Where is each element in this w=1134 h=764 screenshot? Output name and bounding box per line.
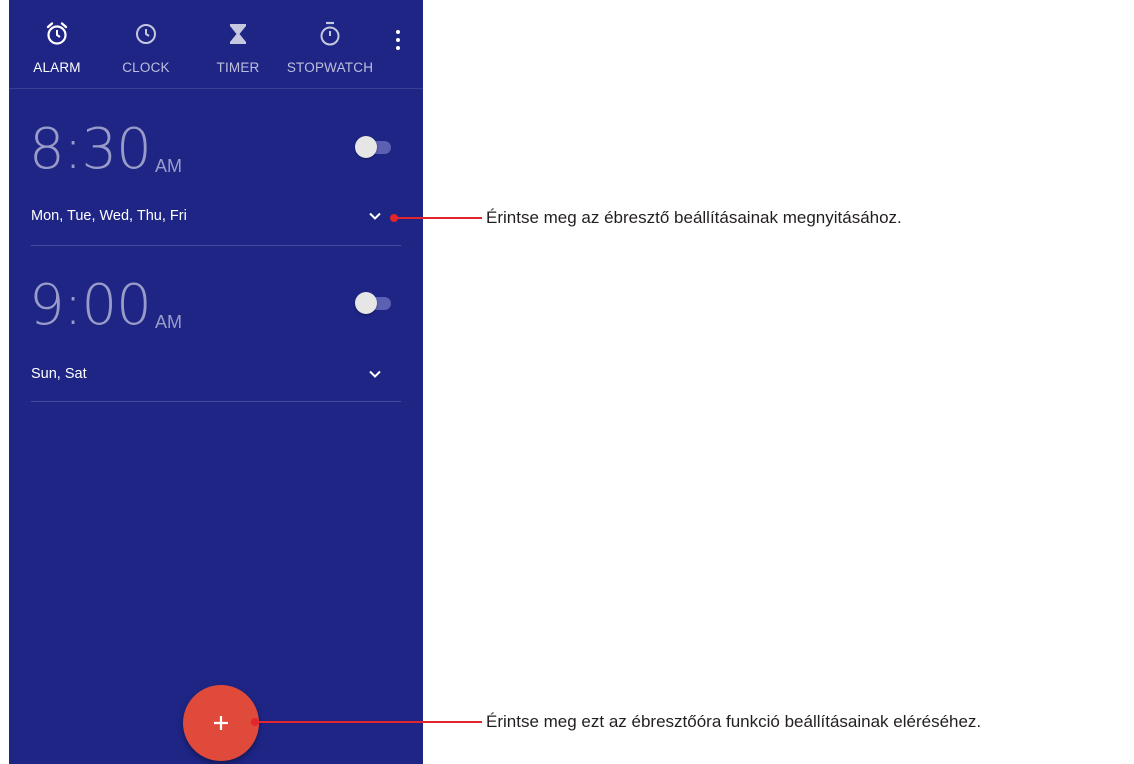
callout-line: [255, 721, 482, 723]
callout-line: [394, 217, 482, 219]
tab-label: STOPWATCH: [286, 60, 374, 75]
clock-icon: [132, 20, 160, 48]
divider: [31, 401, 401, 402]
alarm-time[interactable]: 8:30: [29, 122, 152, 178]
stopwatch-icon: [316, 20, 344, 48]
clock-app-screen: ALARM CLOCK TIMER STOPWATCH 8:30 AM Mon,…: [9, 0, 423, 764]
tab-label: ALARM: [33, 60, 81, 75]
more-options-icon[interactable]: [387, 26, 409, 54]
tab-timer[interactable]: TIMER: [198, 0, 278, 88]
plus-icon: [214, 716, 228, 730]
tab-bar: ALARM CLOCK TIMER STOPWATCH: [9, 0, 423, 89]
alarm-toggle[interactable]: [355, 135, 393, 159]
chevron-down-icon[interactable]: [367, 208, 383, 224]
divider: [31, 245, 401, 246]
alarm-time[interactable]: 9:00: [29, 278, 152, 334]
alarm-clock-icon: [43, 20, 71, 48]
tab-clock[interactable]: CLOCK: [106, 0, 186, 88]
alarm-days: Mon, Tue, Wed, Thu, Fri: [31, 208, 187, 224]
alarm-ampm: AM: [155, 156, 182, 176]
tab-label: CLOCK: [122, 60, 170, 75]
chevron-down-icon[interactable]: [367, 366, 383, 382]
callout-add-text: Érintse meg ezt az ébresztőóra funkció b…: [486, 712, 982, 731]
callout-expand-text: Érintse meg az ébresztő beállításainak m…: [486, 208, 902, 227]
tab-alarm[interactable]: ALARM: [17, 0, 97, 88]
add-alarm-button[interactable]: [183, 685, 259, 761]
alarm-toggle[interactable]: [355, 291, 393, 315]
tab-label: TIMER: [216, 60, 260, 75]
alarm-days: Sun, Sat: [31, 366, 87, 382]
hourglass-icon: [224, 20, 252, 48]
tab-stopwatch[interactable]: STOPWATCH: [285, 0, 375, 88]
alarm-ampm: AM: [155, 312, 182, 332]
